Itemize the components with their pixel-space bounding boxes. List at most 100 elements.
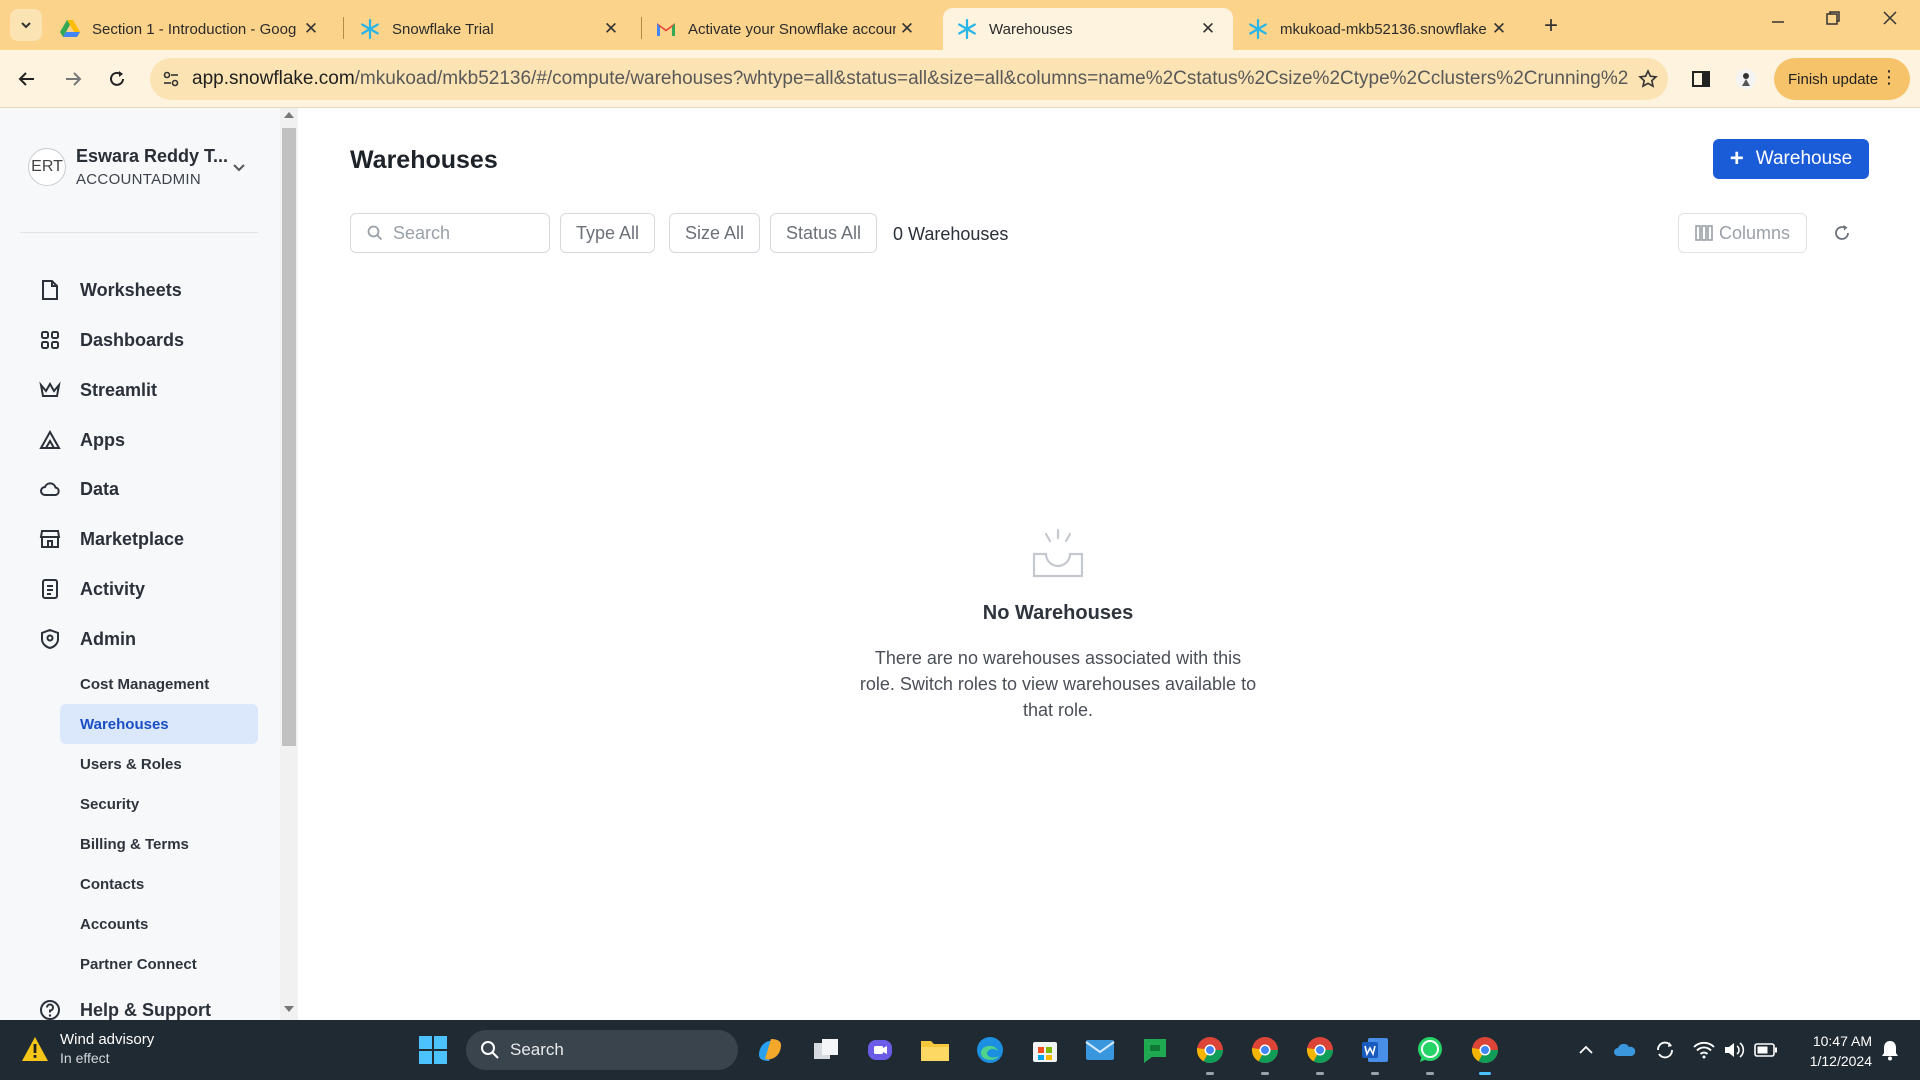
sidebar-subitem-users-roles[interactable]: Users & Roles (60, 744, 258, 784)
tab-title: Warehouses (989, 20, 1073, 38)
sidebar-subitem-warehouses[interactable]: Warehouses (60, 704, 258, 744)
browser-tab-2[interactable]: Snowflake Trial ✕ (346, 8, 636, 50)
restore-icon[interactable] (1825, 10, 1841, 31)
account-name: Eswara Reddy T... (76, 146, 229, 166)
size-filter-button[interactable]: Size All (669, 213, 761, 253)
weather-widget[interactable]: Wind advisory In effect (20, 1030, 154, 1068)
browser-toolbar: app.snowflake.com/mkukoad/mkb52136/#/com… (0, 50, 1920, 108)
battery-icon[interactable] (1754, 1038, 1778, 1062)
taskbar-running-indicator (1261, 1072, 1269, 1075)
word-icon[interactable] (1357, 1032, 1393, 1068)
scrollbar-thumb[interactable] (282, 128, 296, 746)
more-vert-icon[interactable]: ⋮ (1880, 68, 1898, 86)
sidebar-item-dashboards[interactable]: Dashboards (38, 325, 184, 355)
sidebar-subitem-billing-terms[interactable]: Billing & Terms (60, 824, 258, 864)
status-filter-button[interactable]: Status All (770, 213, 878, 253)
browser-tab-3[interactable]: Activate your Snowflake accoun ✕ (642, 8, 932, 50)
bookmark-star-icon[interactable] (1628, 69, 1668, 89)
mail-icon[interactable] (1082, 1032, 1118, 1068)
sidebar-item-streamlit[interactable]: Streamlit (38, 375, 157, 405)
crown-icon (38, 378, 62, 402)
close-icon[interactable]: ✕ (896, 19, 918, 39)
chevron-down-icon (232, 160, 246, 178)
refresh-icon[interactable] (1829, 220, 1855, 246)
finish-update-button[interactable]: Finish update ⋮ (1774, 58, 1910, 100)
search-box[interactable] (350, 213, 550, 253)
back-arrow-icon[interactable] (14, 66, 40, 92)
volume-icon[interactable] (1722, 1038, 1746, 1062)
chrome-active-icon[interactable] (1467, 1032, 1503, 1068)
close-icon[interactable]: ✕ (300, 19, 322, 39)
close-icon[interactable]: ✕ (600, 19, 622, 39)
notification-bell-icon[interactable] (1878, 1038, 1902, 1062)
sidebar-item-apps[interactable]: Apps (38, 425, 125, 455)
url-host: app.snowflake.com (192, 68, 355, 89)
edge-browser-icon[interactable] (972, 1032, 1008, 1068)
reload-icon[interactable] (104, 66, 130, 92)
chrome-profile-icon[interactable] (1302, 1032, 1338, 1068)
url-path: /mkukoad/mkb52136/#/compute/warehouses?w… (354, 68, 1628, 89)
site-info-icon[interactable] (150, 58, 192, 100)
avatar: ERT (28, 148, 66, 186)
browser-tab-4[interactable]: Warehouses ✕ (943, 8, 1233, 50)
chrome-profile-icon[interactable] (1247, 1032, 1283, 1068)
taskbar-search-box[interactable]: Search (466, 1030, 738, 1070)
sidebar-subitem-accounts[interactable]: Accounts (60, 904, 258, 944)
sidebar-item-help[interactable]: Help & Support (38, 995, 211, 1020)
onedrive-icon[interactable] (1613, 1038, 1637, 1062)
columns-button[interactable]: Columns (1678, 213, 1807, 253)
minimize-icon[interactable] (1770, 10, 1786, 31)
teams-meet-icon[interactable] (862, 1032, 898, 1068)
system-clock[interactable]: 10:47 AM 1/12/2024 (1790, 1031, 1872, 1071)
close-icon[interactable]: ✕ (1488, 19, 1510, 39)
weather-subtitle: In effect (60, 1050, 110, 1066)
scroll-up-icon[interactable] (284, 112, 294, 118)
file-icon (38, 278, 62, 302)
close-icon[interactable]: ✕ (1197, 19, 1219, 39)
sidebar-subitem-cost-management[interactable]: Cost Management (60, 664, 258, 704)
windows-start-icon[interactable] (418, 1035, 448, 1070)
search-icon (367, 225, 383, 241)
shield-icon (38, 627, 62, 651)
close-window-icon[interactable] (1882, 10, 1898, 31)
columns-icon (1695, 225, 1713, 241)
sidebar-subitem-contacts[interactable]: Contacts (60, 864, 258, 904)
sync-icon[interactable] (1653, 1038, 1677, 1062)
new-tab-icon[interactable]: + (1544, 12, 1558, 40)
type-filter-button[interactable]: Type All (560, 213, 656, 253)
os-taskbar: Wind advisory In effect Search 10:47 AM … (0, 1020, 1920, 1080)
browser-tab-5[interactable]: mkukoad-mkb52136.snowflake ✕ (1234, 8, 1524, 50)
sidebar-item-label: Streamlit (80, 379, 158, 400)
microsoft-store-icon[interactable] (1027, 1032, 1063, 1068)
url-text: app.snowflake.com/mkukoad/mkb52136/#/com… (192, 68, 1628, 90)
chrome-icon[interactable] (1192, 1032, 1228, 1068)
side-panel-icon[interactable] (1688, 66, 1714, 92)
account-switcher[interactable]: ERT Eswara Reddy T... ACCOUNTADMIN (28, 146, 245, 188)
browser-tab-1[interactable]: Section 1 - Introduction - Goog ✕ (46, 8, 336, 50)
chat-app-icon[interactable] (1137, 1032, 1173, 1068)
copilot-icon[interactable] (752, 1032, 788, 1068)
address-bar[interactable]: app.snowflake.com/mkukoad/mkb52136/#/com… (150, 58, 1668, 100)
sidebar-item-label: Marketplace (80, 528, 185, 549)
file-explorer-icon[interactable] (917, 1032, 953, 1068)
wifi-icon[interactable] (1692, 1038, 1716, 1062)
chevron-up-icon[interactable] (1574, 1038, 1598, 1062)
profile-avatar-icon[interactable] (1733, 66, 1759, 92)
task-view-icon[interactable] (808, 1032, 844, 1068)
sidebar-subitem-security[interactable]: Security (60, 784, 258, 824)
sidebar-scrollbar[interactable] (280, 108, 298, 1020)
apps-icon (38, 428, 62, 452)
scroll-down-icon[interactable] (284, 1006, 294, 1012)
add-warehouse-button[interactable]: + Warehouse (1713, 139, 1869, 179)
warning-icon (22, 1037, 48, 1061)
forward-arrow-icon[interactable] (60, 66, 86, 92)
search-input[interactable] (393, 222, 543, 244)
tab-search-button[interactable] (10, 9, 42, 41)
sidebar-item-activity[interactable]: Activity (38, 574, 145, 604)
sidebar-item-data[interactable]: Data (38, 474, 119, 504)
whatsapp-icon[interactable] (1412, 1032, 1448, 1068)
sidebar-item-worksheets[interactable]: Worksheets (38, 275, 182, 305)
sidebar-item-admin[interactable]: Admin (38, 624, 136, 654)
sidebar-item-marketplace[interactable]: Marketplace (38, 524, 184, 554)
sidebar-subitem-partner-connect[interactable]: Partner Connect (60, 944, 258, 984)
